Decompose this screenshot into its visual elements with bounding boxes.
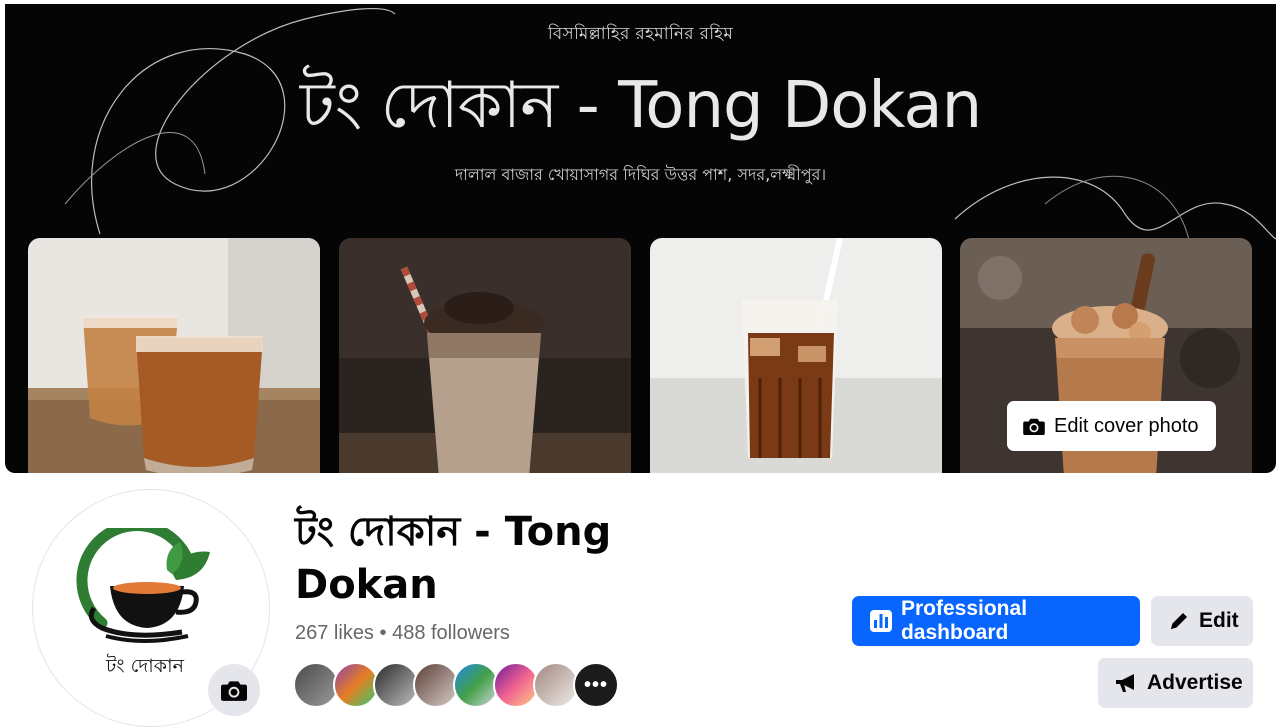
dashboard-chart-icon	[870, 610, 892, 632]
page-title: টং দোকান - Tong Dokan	[295, 509, 612, 608]
professional-dashboard-label: Professional dashboard	[900, 597, 1028, 644]
page-stats: 267 likes • 488 followers	[295, 622, 510, 645]
cover-photo-frappe	[339, 238, 631, 473]
pencil-icon	[1171, 613, 1187, 629]
advertise-button[interactable]: Advertise	[1098, 658, 1253, 708]
cover-photo-tea	[28, 238, 320, 473]
cover-top-line: বিসমিল্লাহির রহমানির রহিম	[547, 24, 734, 44]
cover-photo[interactable]: বিসমিল্লাহির রহমানির রহিম টং দোকান - Ton…	[5, 4, 1276, 473]
cover-photo-iced-coffee	[650, 238, 942, 473]
tea-cup-logo-icon	[76, 528, 210, 643]
cover-address: দালাল বাজার খোয়াসাগর দিঘির উত্তর পাশ, স…	[454, 165, 827, 184]
edit-button[interactable]: Edit	[1151, 596, 1253, 646]
professional-dashboard-button[interactable]: Professional dashboard	[852, 596, 1140, 646]
followers-link[interactable]: 488 followers	[392, 622, 510, 644]
advertise-label: Advertise	[1147, 671, 1243, 694]
stats-separator: •	[379, 622, 387, 644]
edit-cover-photo-label: Edit cover photo	[1054, 414, 1199, 437]
page-header: বিসমিল্লাহির রহমানির রহিম টং দোকান - Ton…	[0, 0, 1280, 728]
more-followers-button[interactable]: •••	[573, 662, 619, 708]
edit-label: Edit	[1199, 609, 1239, 632]
likes-link[interactable]: 267 likes	[295, 622, 374, 644]
update-profile-picture-button[interactable]	[208, 664, 260, 716]
cover-title: টং দোকান - Tong Dokan	[299, 69, 982, 143]
edit-cover-photo-button[interactable]: Edit cover photo	[1007, 401, 1216, 451]
camera-icon	[221, 681, 247, 701]
camera-icon	[1023, 418, 1045, 435]
follower-avatars: •••	[293, 662, 633, 710]
logo-text: টং দোকান	[106, 655, 184, 677]
megaphone-icon	[1116, 674, 1134, 692]
